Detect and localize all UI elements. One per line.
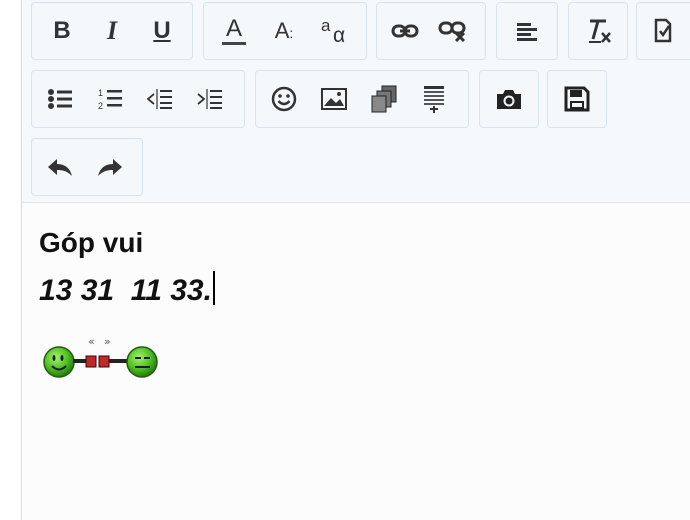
svg-text:1: 1 (98, 88, 103, 98)
svg-text:«: « (88, 335, 95, 348)
font-color-icon: A (222, 14, 246, 45)
outdent-button[interactable] (140, 79, 180, 119)
unlink-icon (438, 21, 466, 43)
font-color-letter: A (225, 14, 242, 42)
font-size-icon: A: (275, 18, 294, 44)
paint-icon (654, 18, 672, 43)
italic-icon: I (106, 16, 118, 45)
bold-button[interactable]: B (42, 11, 82, 51)
bullet-list-icon (48, 89, 72, 109)
font-color-bar (222, 41, 246, 45)
clear-format-group (568, 2, 628, 60)
indent-icon (197, 89, 222, 109)
align-group (496, 2, 558, 60)
outdent-icon (146, 89, 172, 109)
clear-format-icon (589, 19, 611, 43)
content-numbers: 13 31 11 33. (39, 274, 212, 307)
copy-button[interactable] (364, 79, 404, 119)
undo-button[interactable] (40, 147, 80, 187)
indent-button[interactable] (190, 79, 230, 119)
bold-icon: B (53, 17, 71, 44)
bullet-list-button[interactable] (40, 79, 80, 119)
emoji-button[interactable] (264, 79, 304, 119)
list-group: 1 2 (31, 70, 245, 128)
content-heading: Góp vui (39, 227, 144, 258)
numbered-list-icon: 1 2 (98, 88, 122, 111)
link-group (376, 2, 486, 60)
image-button[interactable] (314, 79, 354, 119)
svg-text:2: 2 (98, 101, 103, 111)
save-group (547, 70, 607, 128)
copy-icon (371, 85, 397, 113)
media-group (255, 70, 469, 128)
template-button[interactable] (414, 79, 454, 119)
paint-button[interactable] (643, 11, 683, 51)
text-style-group: A A: a α (203, 2, 367, 60)
rich-text-editor: B I U A A: a α 1 2 Góp vui 13 31 11 33. … (21, 0, 690, 520)
content-numbers-line: 13 31 11 33. (39, 271, 215, 308)
numbered-list-button[interactable]: 1 2 (90, 79, 130, 119)
template-icon (424, 86, 444, 113)
editor-content[interactable]: Góp vui 13 31 11 33. « » (22, 203, 690, 520)
font-size-button[interactable]: A: (264, 11, 304, 51)
emoticon-image: « » (43, 335, 158, 378)
redo-button[interactable] (90, 147, 130, 187)
subscript-button[interactable]: a α (314, 11, 354, 51)
paint-group (636, 2, 690, 60)
align-left-button[interactable] (507, 11, 547, 51)
font-size-letter: A (274, 18, 290, 43)
align-left-icon (517, 23, 537, 41)
camera-button[interactable] (489, 79, 529, 119)
clear-format-button[interactable] (578, 11, 618, 51)
undo-icon (48, 159, 72, 176)
subscript-main: a (321, 16, 331, 35)
text-caret (212, 271, 215, 305)
link-icon (391, 24, 419, 38)
link-button[interactable] (385, 11, 425, 51)
redo-icon (98, 159, 122, 176)
subscript-sub: α (333, 24, 346, 47)
font-size-marker: : (289, 25, 294, 41)
font-color-button[interactable]: A (214, 11, 254, 51)
format-group: B I U (31, 2, 193, 60)
italic-button[interactable]: I (92, 11, 132, 51)
emoji-icon (271, 86, 297, 112)
camera-group (479, 70, 539, 128)
svg-text:»: » (104, 335, 111, 348)
unlink-button[interactable] (433, 11, 473, 51)
camera-icon (497, 90, 521, 109)
underline-button[interactable]: U (142, 11, 182, 51)
save-button[interactable] (557, 79, 597, 119)
subscript-icon: a α (319, 16, 349, 47)
history-group (31, 138, 143, 196)
image-icon (321, 88, 347, 110)
underline-icon: U (153, 17, 171, 44)
save-icon (564, 86, 590, 112)
editor-toolbar: B I U A A: a α 1 2 (22, 0, 690, 203)
